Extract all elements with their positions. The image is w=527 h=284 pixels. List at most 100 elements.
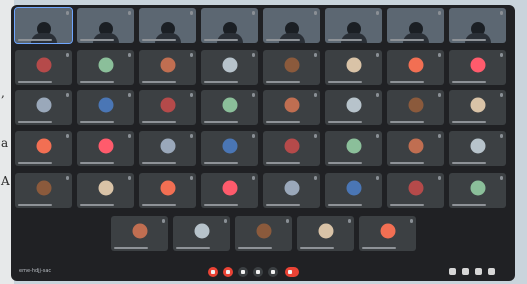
participant-tile[interactable] bbox=[297, 216, 354, 251]
info-icon[interactable] bbox=[449, 268, 456, 275]
video-call-window: eme-hdjj-sac bbox=[11, 5, 515, 281]
participant-tile[interactable] bbox=[201, 50, 258, 85]
mic-muted-icon bbox=[128, 93, 131, 97]
mic-muted-icon bbox=[252, 134, 255, 138]
participant-tile[interactable] bbox=[201, 131, 258, 166]
participant-tile[interactable] bbox=[15, 173, 72, 208]
mic-muted-icon bbox=[190, 11, 193, 15]
avatar bbox=[222, 97, 237, 113]
participant-name bbox=[266, 81, 300, 83]
avatar bbox=[194, 223, 209, 239]
participant-tile[interactable] bbox=[325, 173, 382, 208]
avatar bbox=[36, 180, 51, 196]
participant-name bbox=[390, 162, 424, 164]
participant-name bbox=[390, 121, 424, 123]
participant-tile[interactable] bbox=[387, 131, 444, 166]
participant-tile[interactable] bbox=[111, 216, 168, 251]
avatar bbox=[346, 138, 361, 154]
avatar bbox=[132, 223, 147, 239]
mic-muted-icon bbox=[376, 93, 379, 97]
participant-tile[interactable] bbox=[15, 131, 72, 166]
participant-name bbox=[452, 81, 486, 83]
participant-tile[interactable] bbox=[173, 216, 230, 251]
participant-name bbox=[204, 39, 238, 41]
participant-tile[interactable] bbox=[325, 50, 382, 85]
participant-tile[interactable] bbox=[201, 90, 258, 125]
more-options-button[interactable] bbox=[268, 267, 278, 277]
people-icon[interactable] bbox=[462, 268, 469, 275]
participant-tile[interactable] bbox=[139, 50, 196, 85]
mic-muted-icon bbox=[128, 53, 131, 57]
avatar bbox=[470, 57, 485, 73]
camera-button[interactable] bbox=[223, 267, 233, 277]
participant-tile[interactable] bbox=[139, 131, 196, 166]
participant-name bbox=[266, 39, 300, 41]
participant-tile[interactable] bbox=[201, 8, 258, 43]
mic-muted-icon bbox=[500, 176, 503, 180]
participant-name bbox=[452, 39, 486, 41]
participant-tile[interactable] bbox=[325, 8, 382, 43]
avatar bbox=[284, 138, 299, 154]
participant-tile[interactable] bbox=[14, 7, 73, 44]
participant-name bbox=[452, 204, 486, 206]
avatar bbox=[222, 180, 237, 196]
participant-tile[interactable] bbox=[263, 173, 320, 208]
participant-tile[interactable] bbox=[201, 173, 258, 208]
participant-tile[interactable] bbox=[263, 131, 320, 166]
participant-tile[interactable] bbox=[15, 90, 72, 125]
participant-tile[interactable] bbox=[235, 216, 292, 251]
participant-name bbox=[328, 204, 362, 206]
participant-tile[interactable] bbox=[77, 50, 134, 85]
participant-video-body bbox=[216, 33, 243, 43]
participant-tile[interactable] bbox=[359, 216, 416, 251]
participant-name bbox=[142, 81, 176, 83]
mic-button[interactable] bbox=[208, 267, 218, 277]
participant-tile[interactable] bbox=[387, 90, 444, 125]
participant-tile[interactable] bbox=[449, 8, 506, 43]
participant-tile[interactable] bbox=[77, 131, 134, 166]
mic-muted-icon bbox=[66, 176, 69, 180]
participant-tile[interactable] bbox=[139, 90, 196, 125]
present-button[interactable] bbox=[253, 267, 263, 277]
end-call-button[interactable] bbox=[285, 267, 299, 277]
participant-tile[interactable] bbox=[77, 173, 134, 208]
participant-tile[interactable] bbox=[449, 90, 506, 125]
mic-muted-icon bbox=[66, 11, 69, 15]
participant-tile[interactable] bbox=[387, 173, 444, 208]
participant-tile[interactable] bbox=[449, 173, 506, 208]
avatar bbox=[408, 97, 423, 113]
participant-tile[interactable] bbox=[387, 8, 444, 43]
participant-tile[interactable] bbox=[449, 131, 506, 166]
participant-name bbox=[266, 121, 300, 123]
participant-tile[interactable] bbox=[387, 50, 444, 85]
participant-tile[interactable] bbox=[325, 90, 382, 125]
captions-button[interactable] bbox=[238, 267, 248, 277]
participant-tile[interactable] bbox=[325, 131, 382, 166]
participant-tile[interactable] bbox=[77, 90, 134, 125]
mic-muted-icon bbox=[376, 11, 379, 15]
participant-tile[interactable] bbox=[15, 50, 72, 85]
mic-muted-icon bbox=[224, 219, 227, 223]
activities-icon[interactable] bbox=[488, 268, 495, 275]
meeting-code: eme-hdjj-sac bbox=[19, 268, 52, 274]
chat-icon[interactable] bbox=[475, 268, 482, 275]
participant-name bbox=[142, 204, 176, 206]
edge-text-1: , bbox=[1, 86, 5, 100]
participant-tile[interactable] bbox=[263, 90, 320, 125]
participant-tile[interactable] bbox=[263, 50, 320, 85]
participant-tile[interactable] bbox=[263, 8, 320, 43]
participant-name bbox=[114, 247, 148, 249]
participant-tile[interactable] bbox=[449, 50, 506, 85]
participant-tile[interactable] bbox=[139, 173, 196, 208]
avatar bbox=[98, 57, 113, 73]
camera-icon bbox=[226, 270, 230, 274]
participant-name bbox=[80, 39, 114, 41]
avatar bbox=[284, 57, 299, 73]
participant-video-body bbox=[464, 33, 491, 43]
mic-muted-icon bbox=[252, 176, 255, 180]
participant-name bbox=[80, 121, 114, 123]
participant-tile[interactable] bbox=[139, 8, 196, 43]
edge-text-2: a bbox=[1, 136, 9, 150]
participant-tile[interactable] bbox=[77, 8, 134, 43]
mic-muted-icon bbox=[252, 53, 255, 57]
